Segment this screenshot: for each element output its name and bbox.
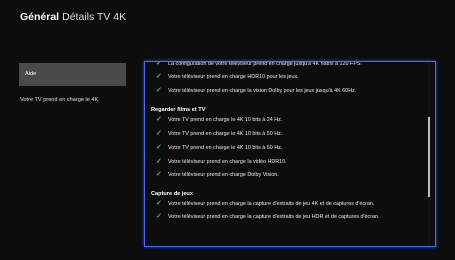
list-item: ✓ Votre téléviseur prend en charge la ca… — [156, 200, 375, 207]
list-item: ✓ Votre téléviseur prend en charge la vi… — [156, 87, 357, 94]
checkmark-icon: ✓ — [156, 87, 162, 94]
page-title: Général — [20, 11, 60, 23]
checkmark-icon: ✓ — [156, 61, 162, 67]
section-title: Regarder films et TV — [151, 107, 206, 113]
checkmark-icon: ✓ — [156, 73, 162, 80]
scrollbar-thumb[interactable] — [428, 117, 430, 197]
details-panel[interactable]: ✓ La configuration de votre téléviseur p… — [144, 61, 436, 247]
checkmark-icon: ✓ — [156, 171, 162, 178]
list-item: ✓ Votre TV prend en charge le 4K 10 bits… — [156, 116, 283, 123]
list-item: ✓ Votre TV prend en charge le 4K 10 bits… — [156, 144, 283, 151]
list-item: ✓ Votre téléviseur prend en charge la ca… — [156, 213, 380, 220]
scrollbar[interactable] — [428, 62, 430, 246]
checkmark-icon: ✓ — [156, 213, 162, 220]
list-item: ✓ La configuration de votre téléviseur p… — [156, 61, 363, 67]
checkmark-icon: ✓ — [156, 130, 162, 137]
checkmark-icon: ✓ — [156, 144, 162, 151]
list-item: ✓ Votre TV prend en charge le 4K 10 bits… — [156, 130, 283, 137]
page-header: Général Détails TV 4K — [20, 11, 126, 23]
list-item: ✓ Votre téléviseur prend en charge la vi… — [156, 158, 287, 165]
sidebar-description: Votre TV prend en charge le 4K. — [20, 97, 100, 103]
checkmark-icon: ✓ — [156, 158, 162, 165]
page-subtitle: Détails TV 4K — [62, 11, 127, 23]
checkmark-icon: ✓ — [156, 116, 162, 123]
list-item: ✓ Votre téléviseur prend en charge HDR10… — [156, 73, 299, 80]
list-item: ✓ Votre téléviseur prend en charge Dolby… — [156, 171, 279, 178]
section-title: Capture de jeux — [151, 191, 193, 197]
checkmark-icon: ✓ — [156, 200, 162, 207]
sidebar-item-label: Aide — [25, 71, 37, 77]
sidebar-item-aide[interactable]: Aide — [19, 63, 126, 86]
